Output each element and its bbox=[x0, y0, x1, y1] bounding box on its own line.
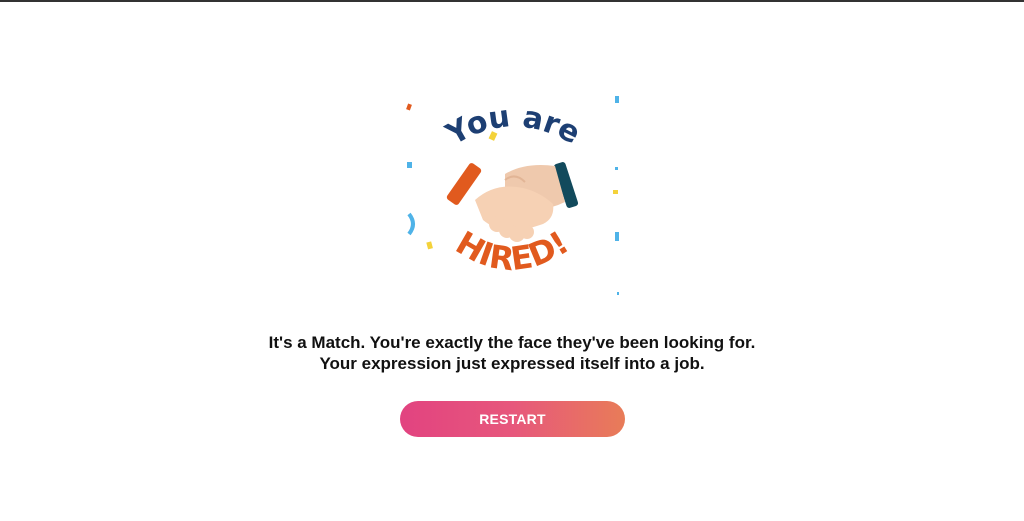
message-line-1: It's a Match. You're exactly the face th… bbox=[268, 333, 756, 352]
message-line-2: Your expression just expressed itself in… bbox=[319, 354, 705, 373]
result-screen: You are HIRED! It's a Match. You're exac… bbox=[0, 0, 1024, 521]
you-are-text: You are bbox=[440, 99, 586, 153]
handshake-badge-image: You are HIRED! bbox=[406, 96, 619, 295]
restart-button[interactable]: RESTART bbox=[400, 401, 625, 437]
hired-illustration: You are HIRED! bbox=[405, 92, 620, 302]
match-message: It's a Match. You're exactly the face th… bbox=[0, 332, 1024, 374]
